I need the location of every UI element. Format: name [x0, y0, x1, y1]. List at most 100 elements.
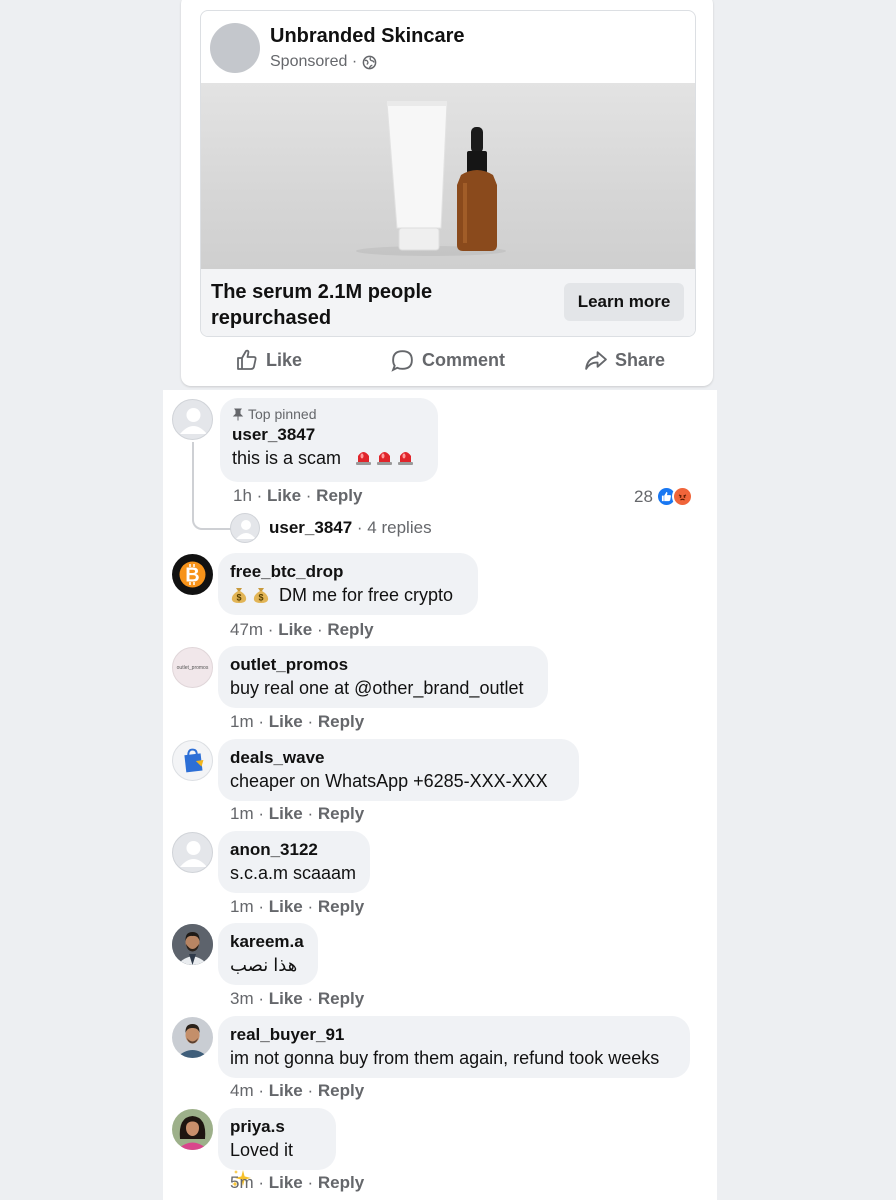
- comment-time[interactable]: 47m: [230, 620, 263, 639]
- default-avatar-icon: [180, 841, 207, 867]
- like-label: Like: [266, 349, 303, 370]
- comment-text: $ $ DM me for free crypto: [230, 583, 466, 607]
- default-avatar-icon: [236, 520, 256, 539]
- comment-bubble[interactable]: free_btc_drop $ $ DM me for free crypto: [218, 553, 478, 615]
- share-icon: [585, 350, 607, 370]
- replies-count[interactable]: · 4 replies: [357, 518, 432, 537]
- comment-time[interactable]: 1h: [233, 486, 252, 505]
- share-button[interactable]: Share: [583, 344, 665, 376]
- comment-author[interactable]: priya.s: [230, 1116, 324, 1138]
- profile-photo: [172, 1017, 213, 1058]
- page-name[interactable]: Unbranded Skincare: [270, 25, 465, 48]
- ad-footer: The serum 2.1M people repurchased Learn …: [201, 269, 695, 336]
- thumbs-up-icon: [237, 349, 257, 370]
- comment-reply-link[interactable]: Reply: [318, 712, 364, 731]
- ad-creative[interactable]: Unbranded Skincare Sponsored · The serum…: [200, 10, 696, 337]
- comment-time[interactable]: 1m: [230, 804, 254, 823]
- pinned-label: Top pinned: [232, 406, 426, 422]
- like-button[interactable]: Like: [235, 344, 302, 376]
- reaction-summary[interactable]: 28: [634, 486, 693, 507]
- ad-product-image[interactable]: [201, 83, 695, 269]
- comment-author[interactable]: kareem.a: [230, 931, 306, 953]
- view-replies-link[interactable]: user_3847 · 4 replies: [269, 518, 432, 538]
- comment-reply-link[interactable]: Reply: [318, 804, 364, 823]
- avatar[interactable]: [172, 832, 213, 873]
- siren-icon: [398, 452, 414, 465]
- svg-text:$: $: [236, 593, 241, 603]
- comment-text: cheaper on WhatsApp +6285-XXX-XXX: [230, 771, 548, 791]
- avatar[interactable]: B: [172, 554, 213, 595]
- comment-like-link[interactable]: Like: [269, 804, 303, 823]
- avatar[interactable]: [172, 1109, 213, 1150]
- comment-author[interactable]: deals_wave: [230, 747, 567, 769]
- avatar[interactable]: [172, 924, 213, 965]
- comment-bubble[interactable]: real_buyer_91 im not gonna buy from them…: [218, 1016, 690, 1078]
- comment-reply-link[interactable]: Reply: [318, 1081, 364, 1100]
- comment-author[interactable]: anon_3122: [230, 839, 358, 861]
- comment-text: s.c.a.m scaaam: [230, 863, 357, 883]
- svg-text:$: $: [258, 593, 263, 603]
- comments-section: Top pinned user_3847 this is a scam 🚨🚨🚨 …: [163, 390, 717, 1200]
- comment-meta: 1m · Like · Reply: [230, 712, 365, 731]
- bitcoin-icon: B: [179, 561, 206, 588]
- comment-author[interactable]: real_buyer_91: [230, 1024, 678, 1046]
- comment-reply-link[interactable]: Reply: [318, 897, 364, 916]
- comment-meta: 4m · Like · Reply: [230, 1081, 365, 1100]
- comment-text: im not gonna buy from them again, refund…: [230, 1048, 660, 1068]
- reaction-count: 28: [634, 486, 653, 506]
- comment-bubble[interactable]: anon_3122 s.c.a.m scaaam: [218, 831, 370, 893]
- comment-author[interactable]: free_btc_drop: [230, 561, 466, 583]
- comment-meta: 1h · Like · Reply: [233, 486, 363, 505]
- comment-time[interactable]: 3m: [230, 989, 254, 1008]
- avatar[interactable]: [172, 740, 213, 781]
- siren-icon: [356, 452, 372, 465]
- comment-like-link[interactable]: Like: [269, 1081, 303, 1100]
- replies-author[interactable]: user_3847: [269, 518, 352, 537]
- comment-meta: 1m · Like · Reply: [230, 804, 365, 823]
- money-bag-icon: $: [253, 588, 269, 603]
- shopping-bag-icon: [184, 748, 204, 773]
- comment-like-link[interactable]: Like: [267, 486, 301, 505]
- comment-body: DM me for free crypto: [279, 585, 454, 605]
- comment-bubble[interactable]: outlet_promos buy real one at @other_bra…: [218, 646, 548, 708]
- comment-bubble[interactable]: Top pinned user_3847 this is a scam 🚨🚨🚨: [220, 398, 438, 482]
- comment-bubble[interactable]: deals_wave cheaper on WhatsApp +6285-XXX…: [218, 739, 579, 801]
- comment-like-link[interactable]: Like: [269, 1173, 303, 1192]
- comment-like-link[interactable]: Like: [278, 620, 312, 639]
- comment-bubble[interactable]: priya.s Loved it ✨: [218, 1108, 336, 1187]
- comment-reply-link[interactable]: Reply: [318, 1173, 364, 1192]
- page-avatar[interactable]: [210, 23, 260, 73]
- comment-meta: 1m · Like · Reply: [230, 897, 365, 916]
- comment-body: this is a scam: [232, 448, 342, 468]
- ad-headline[interactable]: The serum 2.1M people repurchased: [211, 279, 471, 331]
- comment-text: هذا نصب: [230, 955, 298, 975]
- sponsored-post-card: Unbranded Skincare Sponsored · The serum…: [181, 0, 713, 386]
- avatar[interactable]: [172, 399, 213, 440]
- comment-like-link[interactable]: Like: [269, 897, 303, 916]
- comment-time[interactable]: 4m: [230, 1081, 254, 1100]
- comment-reply-link[interactable]: Reply: [327, 620, 373, 639]
- comment-like-link[interactable]: Like: [269, 712, 303, 731]
- avatar[interactable]: [172, 1017, 213, 1058]
- comment-meta: 5m · Like · Reply: [230, 1173, 365, 1192]
- money-bag-icon: $: [231, 588, 247, 603]
- reply-avatar[interactable]: [230, 513, 260, 543]
- comment-icon: [391, 349, 413, 372]
- comment-reply-link[interactable]: Reply: [316, 486, 362, 505]
- comment-reply-link[interactable]: Reply: [318, 989, 364, 1008]
- avatar[interactable]: outlet_promos: [172, 647, 213, 688]
- avatar-logo-text: outlet_promos: [176, 664, 209, 671]
- learn-more-button[interactable]: Learn more: [564, 283, 684, 321]
- comment-button[interactable]: Comment: [390, 344, 505, 376]
- comment-author[interactable]: outlet_promos: [230, 654, 536, 676]
- comment-bubble[interactable]: kareem.a هذا نصب: [218, 923, 318, 985]
- comment-time[interactable]: 5m: [230, 1173, 254, 1192]
- comment-time[interactable]: 1m: [230, 897, 254, 916]
- comment-time[interactable]: 1m: [230, 712, 254, 731]
- default-avatar-icon: [180, 408, 207, 434]
- siren-icon: [377, 452, 393, 465]
- comment-meta: 47m · Like · Reply: [230, 620, 374, 639]
- comment-like-link[interactable]: Like: [269, 989, 303, 1008]
- comment-author[interactable]: user_3847: [232, 424, 426, 446]
- svg-text:B: B: [185, 565, 199, 587]
